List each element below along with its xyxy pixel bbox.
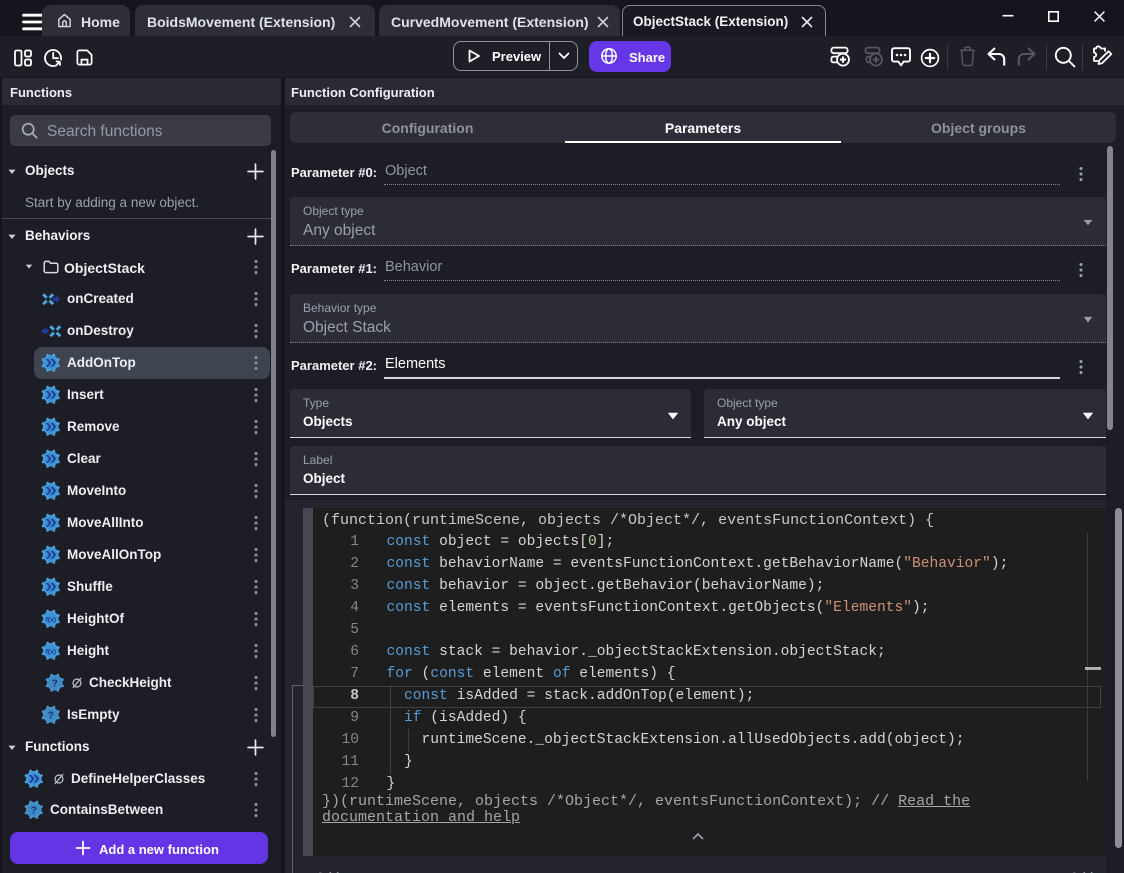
svg-text:f(x): f(x) bbox=[46, 648, 56, 655]
svg-text:?: ? bbox=[52, 678, 58, 689]
svg-text:f(x): f(x) bbox=[46, 616, 56, 623]
svg-text:?: ? bbox=[48, 710, 54, 721]
svg-text:?: ? bbox=[31, 805, 37, 816]
